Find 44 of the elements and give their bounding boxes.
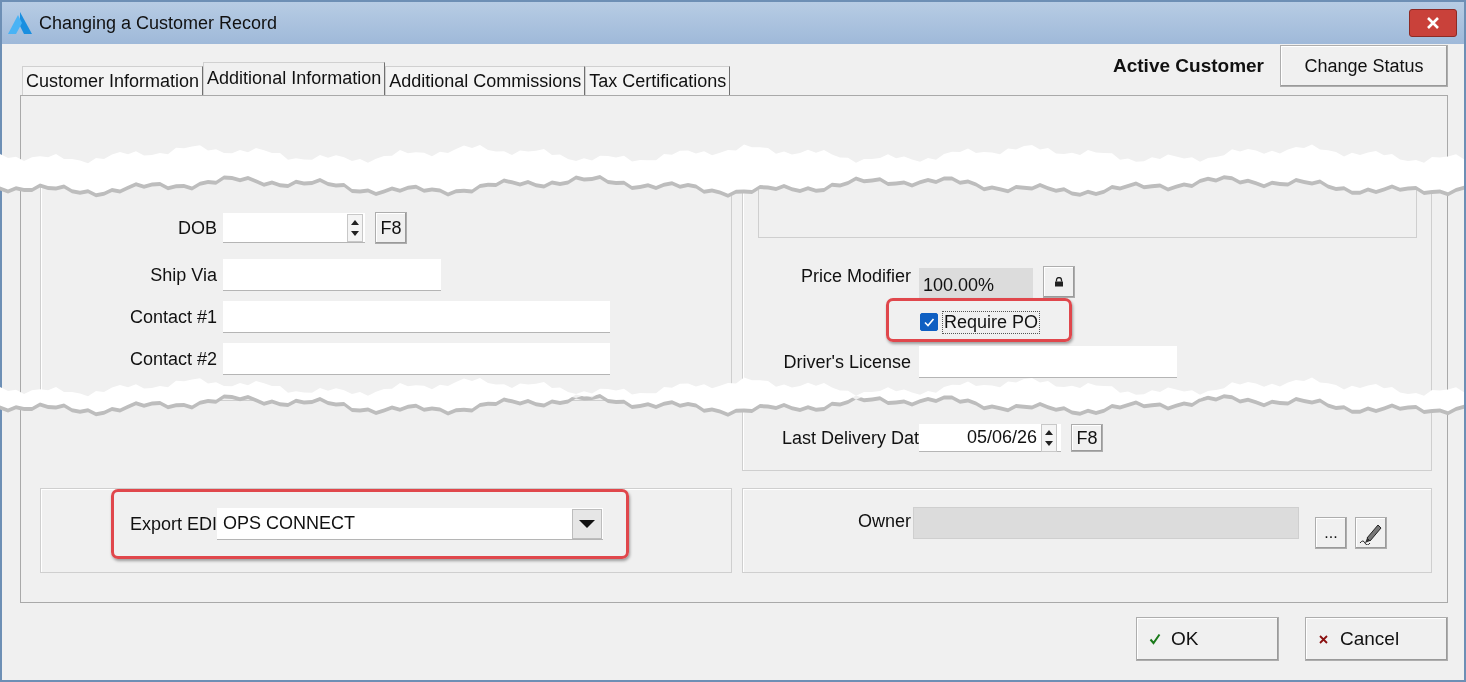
tab[interactable]: Additional Commissions (385, 66, 586, 95)
cancel-button[interactable]: Cancel (1305, 617, 1448, 661)
spin-buttons[interactable] (347, 213, 363, 242)
input-field[interactable] (919, 346, 1177, 378)
dropdown[interactable]: OPS CONNECT (217, 508, 603, 540)
field-label: Contact #1 (128, 306, 217, 328)
f8-button[interactable]: F8 (1071, 424, 1103, 452)
close-icon (1426, 16, 1440, 30)
ok-button[interactable]: OK (1136, 617, 1279, 661)
tab[interactable]: Tax Certifications (585, 66, 731, 95)
field-label: DOB (177, 217, 217, 239)
input-field[interactable] (223, 301, 610, 333)
lock-button[interactable] (1043, 266, 1075, 298)
price-modifier-field: 100.00% (919, 268, 1033, 298)
tab[interactable]: Additional Information (203, 62, 386, 95)
lock-icon (1054, 277, 1064, 287)
field-label: Owner (857, 510, 911, 532)
field-label: Contact #2 (128, 348, 217, 370)
window-title: Changing a Customer Record (39, 12, 279, 34)
date-field[interactable]: 05/06/26 (919, 424, 1061, 452)
input-field[interactable] (223, 259, 441, 291)
check-icon (1149, 633, 1161, 645)
field-label: Driver's License (782, 351, 911, 373)
date-value: 05/06/26 (966, 427, 1037, 448)
spin-buttons[interactable] (1041, 423, 1057, 452)
date-field[interactable] (223, 213, 365, 243)
input-field[interactable] (223, 343, 610, 375)
browse-button[interactable]: ... (1315, 517, 1347, 549)
caret-icon (579, 518, 595, 529)
field-label: Ship Via (149, 264, 217, 286)
close-button[interactable] (1409, 9, 1457, 37)
field-label: Price Modifier (799, 266, 911, 287)
x-icon (1318, 633, 1330, 645)
f8-button[interactable]: F8 (375, 212, 407, 244)
checkbox-label[interactable]: Require PO (942, 310, 1041, 334)
checkbox[interactable] (920, 313, 938, 331)
tab[interactable]: Customer Information (22, 66, 204, 95)
triangle-logo-icon (7, 11, 33, 35)
pen-button[interactable] (1355, 517, 1387, 549)
field-label: Export EDI (128, 513, 217, 535)
status-label: Active Customer (1113, 55, 1264, 77)
change-status-button[interactable]: Change Status (1280, 45, 1448, 87)
field-label: Last Delivery Dat (780, 427, 919, 449)
dropdown-value: OPS CONNECT (222, 513, 355, 534)
